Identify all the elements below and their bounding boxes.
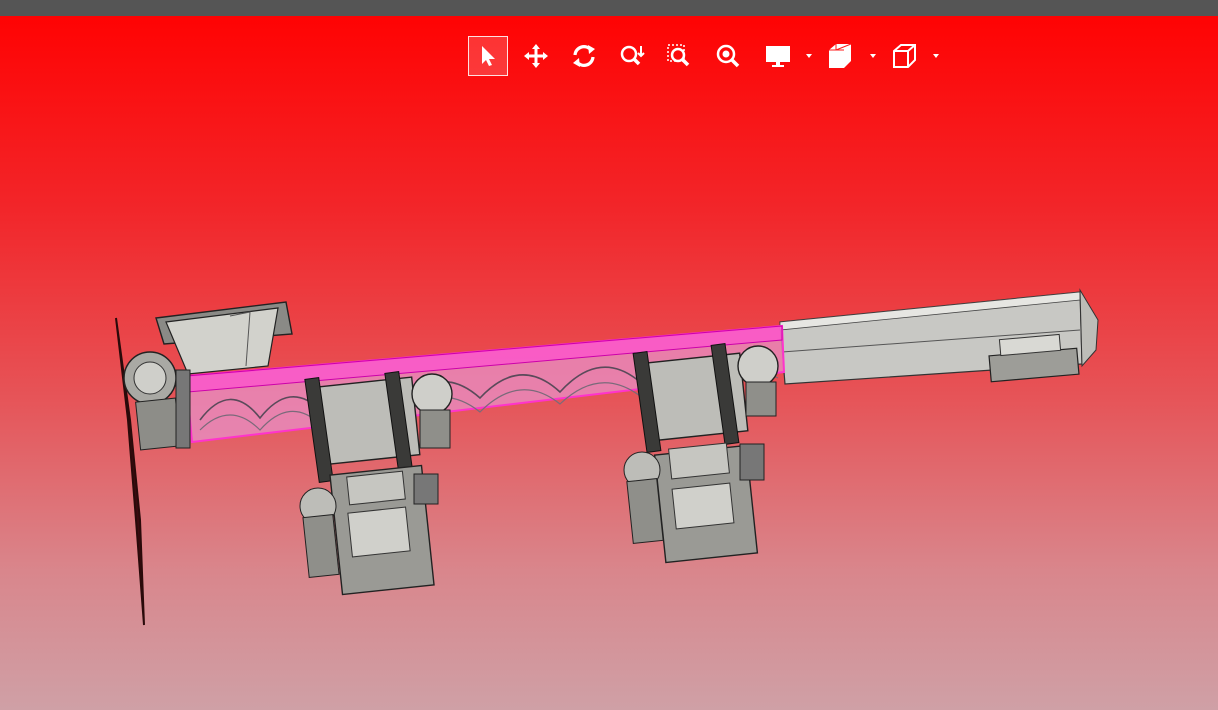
- pointer-arrow-icon: [482, 46, 495, 66]
- zoom-fit-icon: [716, 44, 740, 68]
- caret-down-icon: [933, 54, 939, 58]
- conveyor-tube: [779, 288, 1099, 385]
- zoom-dynamic-button[interactable]: [612, 36, 652, 76]
- pan-tool-button[interactable]: [516, 36, 556, 76]
- section-button[interactable]: [822, 36, 858, 76]
- zoom-window-button[interactable]: [660, 36, 700, 76]
- outlet-valve-1: [299, 370, 453, 596]
- outlet-valve-2: [623, 342, 779, 564]
- zoom-fit-button[interactable]: [708, 36, 748, 76]
- zoom-window-icon: [667, 44, 690, 67]
- section-cube-icon: [829, 43, 852, 68]
- select-tool-button[interactable]: [468, 36, 508, 76]
- zoom-dynamic-icon: [620, 45, 645, 66]
- rotate-icon: [573, 45, 595, 67]
- caret-down-icon: [806, 54, 812, 58]
- caret-down-icon: [870, 54, 876, 58]
- standard-views-dropdown[interactable]: [931, 36, 941, 76]
- screw-conveyor-model[interactable]: [0, 16, 1218, 710]
- cube-view-icon: [893, 44, 916, 68]
- move-arrows-icon: [524, 44, 548, 68]
- window-top-bar: [0, 0, 1218, 16]
- drive-motor-left: [123, 351, 191, 451]
- display-mode-button[interactable]: [760, 36, 796, 76]
- standard-views-button[interactable]: [886, 36, 922, 76]
- inlet-hopper: [155, 301, 293, 375]
- monitor-icon: [766, 46, 790, 67]
- display-mode-dropdown[interactable]: [804, 36, 814, 76]
- 3d-viewport[interactable]: [0, 16, 1218, 710]
- section-dropdown[interactable]: [868, 36, 878, 76]
- rotate-tool-button[interactable]: [564, 36, 604, 76]
